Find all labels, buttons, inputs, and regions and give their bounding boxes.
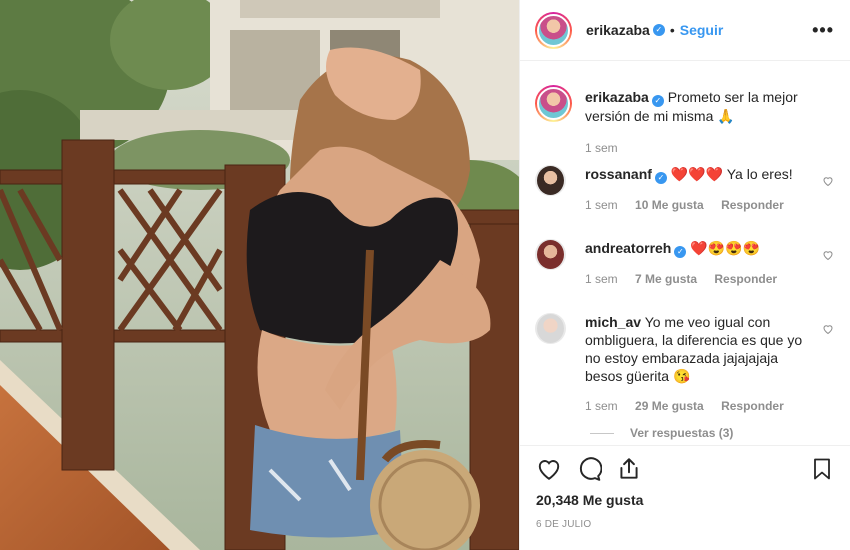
comment-avatar[interactable] xyxy=(535,239,566,270)
bookmark-icon[interactable] xyxy=(810,456,834,482)
heart-icon[interactable] xyxy=(822,249,834,261)
comment-text: ❤️😍😍😍 xyxy=(690,240,760,256)
verified-icon: ✓ xyxy=(652,24,665,36)
heart-icon[interactable] xyxy=(822,175,834,187)
post-panel: erikazaba ✓ • Seguir ••• erikazaba ✓ Prom… xyxy=(519,0,850,550)
caption-avatar[interactable] xyxy=(535,85,572,122)
verified-icon: ✓ xyxy=(654,172,667,184)
comment-time[interactable]: 1 sem xyxy=(585,272,618,286)
comment-avatar[interactable] xyxy=(535,313,566,344)
verified-icon: ✓ xyxy=(651,95,664,107)
comment-username[interactable]: rossananf xyxy=(585,166,652,182)
reply-button[interactable]: Responder xyxy=(721,198,784,212)
comment-likes[interactable]: 10 Me gusta xyxy=(635,198,704,212)
comment-username[interactable]: andreatorreh xyxy=(585,240,671,256)
reply-button[interactable]: Responder xyxy=(721,399,784,413)
comment-time[interactable]: 1 sem xyxy=(585,399,618,413)
comment-item: mich_av Yo me veo igual con ombliguera, … xyxy=(535,313,834,415)
verified-icon: ✓ xyxy=(674,246,687,258)
heart-icon[interactable] xyxy=(822,323,834,335)
comment-likes[interactable]: 29 Me gusta xyxy=(635,399,704,413)
action-bar: 20,348 Me gusta 6 DE JULIO xyxy=(520,445,850,530)
comment-text: ❤️❤️❤️ Ya lo eres! xyxy=(670,166,793,182)
header-separator: • xyxy=(669,22,675,38)
replies-divider xyxy=(590,432,614,434)
photo-illustration xyxy=(0,0,519,550)
instagram-post: erikazaba ✓ • Seguir ••• erikazaba ✓ Prom… xyxy=(0,0,850,550)
post-header: erikazaba ✓ • Seguir ••• xyxy=(520,0,850,61)
share-icon[interactable] xyxy=(616,456,642,482)
comment-avatar[interactable] xyxy=(535,165,566,196)
view-replies-label[interactable]: Ver respuestas (3) xyxy=(630,426,733,440)
comment-username[interactable]: mich_av xyxy=(585,314,641,330)
comment-item: andreatorreh ✓ ❤️😍😍😍 1 sem 7 Me gusta Res… xyxy=(535,239,834,288)
comment-item: rossananf ✓ ❤️❤️❤️ Ya lo eres! 1 sem 10 M… xyxy=(535,165,834,214)
header-username[interactable]: erikazaba xyxy=(586,22,650,38)
more-icon[interactable]: ••• xyxy=(812,21,834,39)
follow-button[interactable]: Seguir xyxy=(680,22,724,38)
comment-likes[interactable]: 7 Me gusta xyxy=(635,272,697,286)
avatar[interactable] xyxy=(535,11,572,49)
comment-icon[interactable] xyxy=(576,456,602,482)
likes-count[interactable]: 20,348 Me gusta xyxy=(536,492,834,508)
reply-button[interactable]: Responder xyxy=(714,272,777,286)
caption: erikazaba ✓ Prometo ser la mejor versión … xyxy=(535,85,834,157)
post-photo[interactable] xyxy=(0,0,519,550)
caption-time[interactable]: 1 sem xyxy=(585,141,618,155)
caption-username[interactable]: erikazaba xyxy=(585,89,649,105)
comment-time[interactable]: 1 sem xyxy=(585,198,618,212)
post-date[interactable]: 6 DE JULIO xyxy=(536,519,834,530)
heart-icon[interactable] xyxy=(536,456,562,482)
view-replies-button[interactable]: Ver respuestas (3) xyxy=(590,426,733,440)
